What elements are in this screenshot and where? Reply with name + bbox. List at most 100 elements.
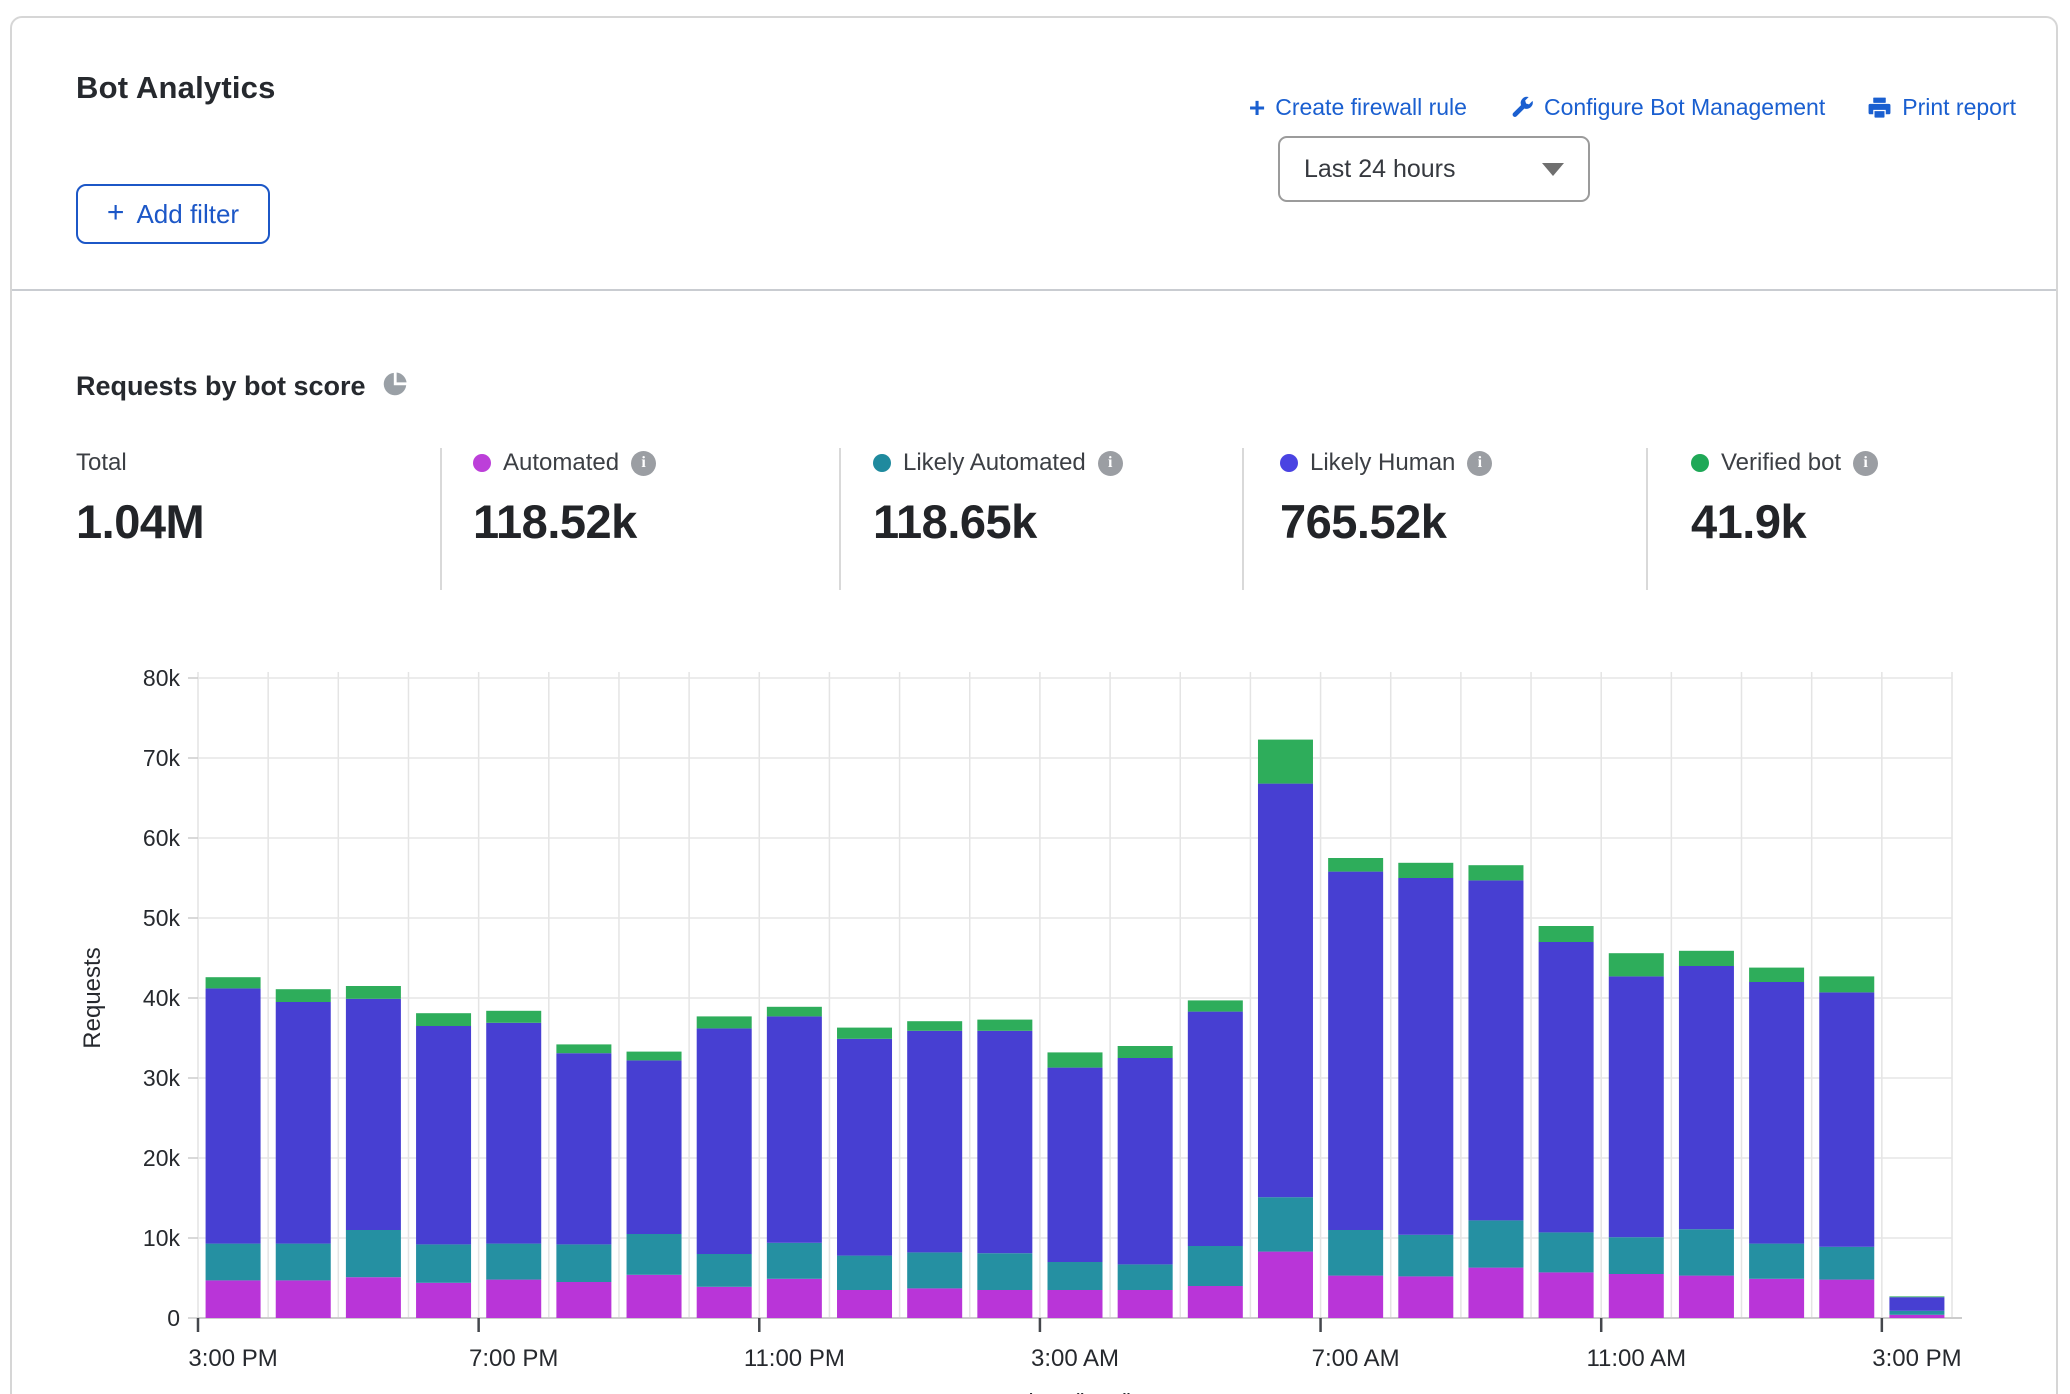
- bar-segment-automated[interactable]: [907, 1288, 962, 1318]
- bar-segment-automated[interactable]: [697, 1287, 752, 1318]
- bar-segment-automated[interactable]: [1539, 1272, 1594, 1318]
- bar-segment-automated[interactable]: [1328, 1276, 1383, 1318]
- bar-segment-verified-bot[interactable]: [767, 1007, 822, 1017]
- bar-segment-automated[interactable]: [1258, 1252, 1313, 1318]
- bar-segment-verified-bot[interactable]: [907, 1021, 962, 1031]
- bar-segment-likely-human[interactable]: [977, 1031, 1032, 1253]
- bar-segment-automated[interactable]: [1749, 1279, 1804, 1318]
- bar-segment-automated[interactable]: [1819, 1280, 1874, 1318]
- add-filter-button[interactable]: + Add filter: [76, 184, 270, 244]
- bar-segment-likely-automated[interactable]: [1749, 1244, 1804, 1279]
- bar-segment-likely-automated[interactable]: [1188, 1246, 1243, 1286]
- bar-segment-automated[interactable]: [206, 1280, 261, 1318]
- bar-segment-likely-human[interactable]: [627, 1060, 682, 1234]
- bar-segment-likely-human[interactable]: [1819, 992, 1874, 1246]
- bar-segment-likely-automated[interactable]: [346, 1230, 401, 1277]
- info-icon[interactable]: i: [1853, 451, 1878, 476]
- bar-segment-likely-human[interactable]: [556, 1053, 611, 1244]
- bar-segment-likely-human[interactable]: [206, 988, 261, 1243]
- bar-segment-likely-human[interactable]: [1258, 784, 1313, 1198]
- bar-segment-likely-human[interactable]: [416, 1026, 471, 1244]
- bar-segment-automated[interactable]: [276, 1280, 331, 1318]
- bar-segment-verified-bot[interactable]: [1118, 1046, 1173, 1058]
- bar-segment-likely-automated[interactable]: [1328, 1230, 1383, 1276]
- bar-segment-likely-human[interactable]: [767, 1016, 822, 1242]
- bar-segment-likely-automated[interactable]: [1679, 1229, 1734, 1275]
- bar-segment-automated[interactable]: [1468, 1268, 1523, 1318]
- bar-segment-likely-human[interactable]: [907, 1031, 962, 1253]
- bar-segment-automated[interactable]: [767, 1279, 822, 1318]
- bar-segment-automated[interactable]: [977, 1290, 1032, 1318]
- bar-segment-verified-bot[interactable]: [1889, 1296, 1944, 1297]
- bar-segment-likely-automated[interactable]: [1539, 1232, 1594, 1272]
- bar-segment-verified-bot[interactable]: [627, 1052, 682, 1061]
- bar-segment-likely-human[interactable]: [837, 1039, 892, 1256]
- bar-segment-likely-automated[interactable]: [1889, 1311, 1944, 1315]
- bar-segment-likely-automated[interactable]: [767, 1243, 822, 1279]
- bar-segment-automated[interactable]: [1118, 1290, 1173, 1318]
- bar-segment-automated[interactable]: [1679, 1276, 1734, 1318]
- bar-segment-likely-automated[interactable]: [1609, 1237, 1664, 1274]
- bar-segment-likely-human[interactable]: [1749, 982, 1804, 1244]
- bar-segment-verified-bot[interactable]: [556, 1044, 611, 1053]
- bar-segment-likely-human[interactable]: [1679, 966, 1734, 1229]
- info-icon[interactable]: i: [631, 451, 656, 476]
- bar-segment-verified-bot[interactable]: [486, 1011, 541, 1023]
- bar-segment-verified-bot[interactable]: [1328, 858, 1383, 872]
- bar-segment-verified-bot[interactable]: [416, 1013, 471, 1026]
- bar-segment-likely-human[interactable]: [346, 999, 401, 1230]
- bar-segment-likely-human[interactable]: [1889, 1297, 1944, 1311]
- time-range-select[interactable]: Last 24 hours: [1278, 136, 1590, 202]
- bar-segment-likely-automated[interactable]: [1258, 1197, 1313, 1251]
- bar-segment-likely-automated[interactable]: [627, 1234, 682, 1275]
- bar-segment-verified-bot[interactable]: [837, 1028, 892, 1039]
- bar-segment-verified-bot[interactable]: [1188, 1000, 1243, 1011]
- info-icon[interactable]: i: [1467, 451, 1492, 476]
- bar-segment-automated[interactable]: [1398, 1276, 1453, 1318]
- bar-segment-verified-bot[interactable]: [206, 977, 261, 988]
- bar-segment-verified-bot[interactable]: [1048, 1052, 1103, 1067]
- bar-segment-verified-bot[interactable]: [697, 1016, 752, 1028]
- bar-segment-verified-bot[interactable]: [1539, 926, 1594, 942]
- bar-segment-automated[interactable]: [837, 1290, 892, 1318]
- bar-segment-likely-human[interactable]: [697, 1028, 752, 1254]
- bar-segment-likely-automated[interactable]: [1118, 1264, 1173, 1290]
- bar-segment-likely-human[interactable]: [1398, 878, 1453, 1235]
- bar-segment-automated[interactable]: [1048, 1290, 1103, 1318]
- bar-segment-automated[interactable]: [1609, 1274, 1664, 1318]
- bar-segment-likely-automated[interactable]: [276, 1244, 331, 1281]
- bar-segment-likely-automated[interactable]: [1819, 1247, 1874, 1280]
- bar-segment-automated[interactable]: [1188, 1286, 1243, 1318]
- bar-segment-verified-bot[interactable]: [1819, 976, 1874, 992]
- bar-segment-likely-automated[interactable]: [697, 1254, 752, 1287]
- bar-segment-likely-human[interactable]: [1048, 1068, 1103, 1262]
- bar-segment-verified-bot[interactable]: [977, 1020, 1032, 1031]
- bar-segment-likely-automated[interactable]: [486, 1244, 541, 1280]
- bar-segment-automated[interactable]: [556, 1282, 611, 1318]
- bar-segment-verified-bot[interactable]: [1468, 865, 1523, 880]
- print-report-link[interactable]: Print report: [1867, 94, 2016, 121]
- bar-segment-likely-automated[interactable]: [206, 1244, 261, 1281]
- bar-segment-automated[interactable]: [416, 1283, 471, 1318]
- bar-segment-likely-human[interactable]: [486, 1023, 541, 1244]
- bar-segment-automated[interactable]: [1889, 1315, 1944, 1318]
- bar-segment-likely-automated[interactable]: [907, 1252, 962, 1288]
- bar-segment-likely-human[interactable]: [1188, 1012, 1243, 1246]
- bar-segment-likely-automated[interactable]: [1468, 1220, 1523, 1267]
- bar-segment-likely-human[interactable]: [1539, 942, 1594, 1232]
- bar-segment-verified-bot[interactable]: [1679, 951, 1734, 966]
- bar-segment-likely-automated[interactable]: [416, 1244, 471, 1282]
- bar-segment-verified-bot[interactable]: [1398, 863, 1453, 878]
- bar-segment-likely-automated[interactable]: [1048, 1262, 1103, 1290]
- bar-segment-verified-bot[interactable]: [1749, 968, 1804, 982]
- bar-segment-likely-human[interactable]: [1468, 880, 1523, 1220]
- bar-segment-likely-automated[interactable]: [1398, 1235, 1453, 1277]
- bar-segment-likely-automated[interactable]: [977, 1253, 1032, 1290]
- bar-segment-verified-bot[interactable]: [346, 986, 401, 999]
- bar-segment-likely-human[interactable]: [1328, 872, 1383, 1230]
- bar-segment-verified-bot[interactable]: [1609, 953, 1664, 976]
- create-firewall-rule-link[interactable]: + Create firewall rule: [1249, 94, 1467, 121]
- bar-segment-automated[interactable]: [346, 1277, 401, 1318]
- bar-segment-likely-human[interactable]: [1609, 976, 1664, 1237]
- bar-segment-likely-human[interactable]: [1118, 1058, 1173, 1264]
